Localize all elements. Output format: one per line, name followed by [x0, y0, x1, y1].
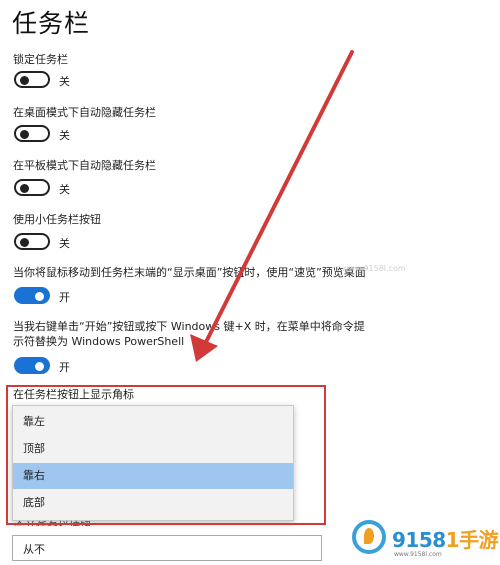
watermark-brand: 91581手游 [392, 528, 499, 552]
watermark-url: www.9158l.com [394, 551, 442, 558]
watermark-logo-icon [352, 520, 386, 554]
watermark-faint-text: www.9158l.com [342, 264, 406, 273]
annotation-arrow-icon [190, 50, 354, 362]
watermark-logo: 91581手游 www.9158l.com [352, 518, 500, 564]
